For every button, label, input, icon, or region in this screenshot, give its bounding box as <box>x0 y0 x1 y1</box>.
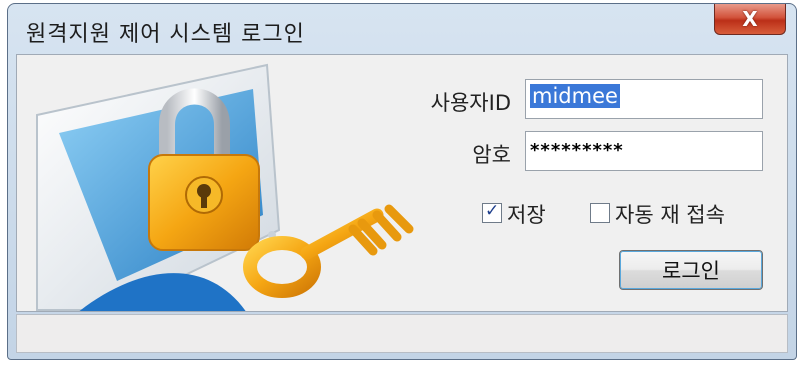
password-field[interactable]: ********* <box>525 131 763 171</box>
password-label: 암호 <box>472 143 511 167</box>
client-area: 사용자ID midmee 암호 ********* 저장 자동 재 접속 로그인 <box>16 54 788 312</box>
window-title: 원격지원 제어 시스템 로그인 <box>26 22 305 47</box>
user-id-field[interactable]: midmee <box>525 79 763 119</box>
save-checkbox[interactable] <box>482 201 502 223</box>
auto-reconnect-checkbox[interactable] <box>590 203 610 223</box>
user-id-label: 사용자ID <box>430 91 511 115</box>
title-bar[interactable]: 원격지원 제어 시스템 로그인 X <box>8 4 796 54</box>
close-button[interactable]: X <box>714 4 786 35</box>
status-bar <box>16 314 788 353</box>
auto-reconnect-label[interactable]: 자동 재 접속 <box>615 199 725 229</box>
lock-and-key-illustration <box>36 63 414 311</box>
user-id-value: midmee <box>530 84 620 108</box>
save-checkbox-label[interactable]: 저장 <box>507 199 546 229</box>
login-window: 원격지원 제어 시스템 로그인 X 사용자ID midmee 암호 ******… <box>7 3 797 360</box>
login-button[interactable]: 로그인 <box>619 250 763 290</box>
close-icon: X <box>742 7 758 31</box>
